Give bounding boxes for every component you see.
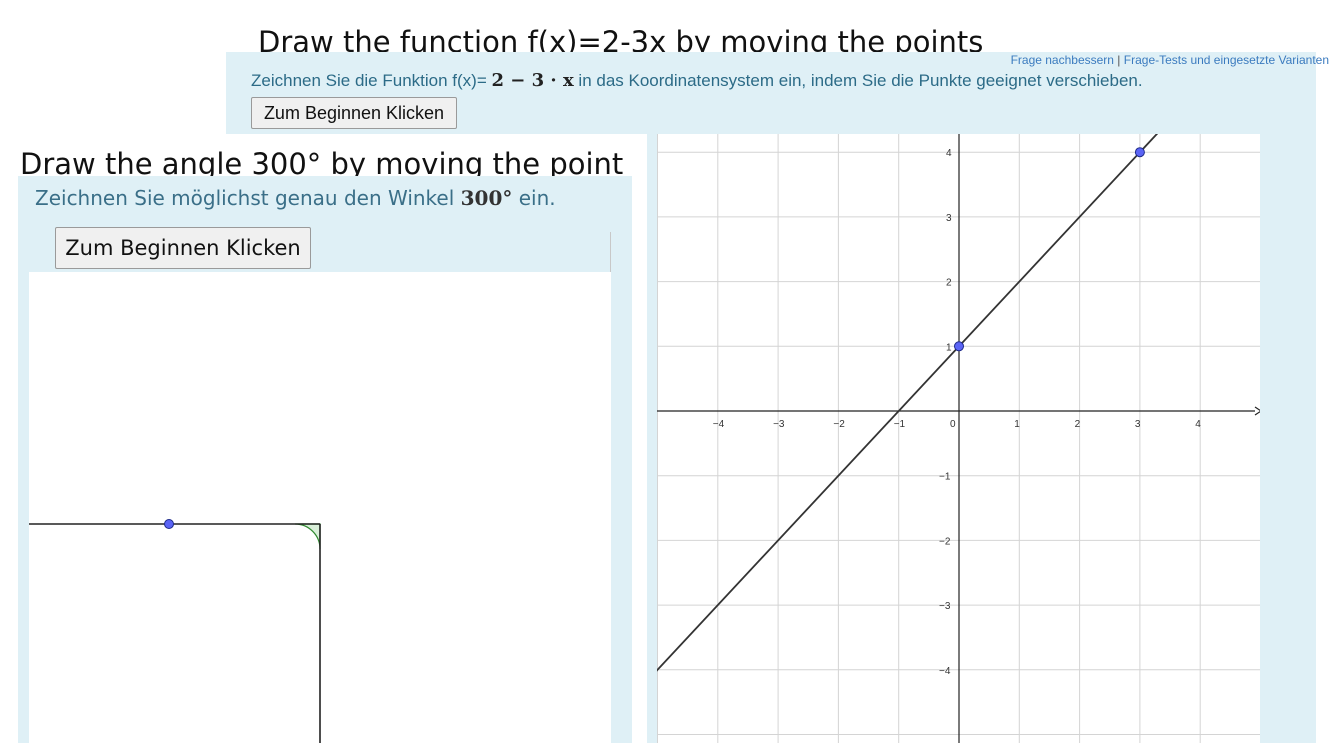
x-tick-label: −1 — [894, 419, 906, 430]
x-tick-label: 3 — [1135, 419, 1141, 430]
coordinate-grid: −4 −3 −2 −1 0 1 2 3 4 4 3 2 1 −1 −2 −3 −4 — [657, 134, 1260, 743]
angle-task-suffix: ein. — [512, 186, 556, 210]
question-links: Frage nachbessern | Frage-Tests und eing… — [1011, 53, 1329, 67]
y-tick-label: 3 — [946, 213, 952, 224]
angle-start-button[interactable]: Zum Beginnen Klicken — [55, 227, 311, 269]
draggable-point[interactable] — [954, 341, 964, 352]
function-task-text: Zeichnen Sie die Funktion f(x)= 2 − 3 · … — [251, 69, 1143, 93]
function-line-layer — [657, 134, 1159, 672]
x-tick-label: −4 — [713, 419, 725, 430]
function-line — [657, 134, 1159, 672]
x-tick-label: −3 — [773, 419, 785, 430]
y-tick-label: 4 — [946, 148, 952, 159]
draggable-point[interactable] — [1134, 147, 1145, 158]
angle-task-text: Zeichnen Sie möglichst genau den Winkel … — [35, 184, 556, 212]
tick-labels: −4 −3 −2 −1 0 1 2 3 4 4 3 2 1 −1 −2 −3 −4 — [713, 148, 1201, 677]
axes — [657, 134, 1260, 743]
angle-drawing — [29, 519, 321, 743]
x-tick-label: 0 — [950, 419, 956, 430]
y-tick-label: −4 — [939, 666, 951, 677]
y-tick-label: −1 — [939, 472, 951, 483]
angle-draggable-point[interactable] — [164, 519, 174, 529]
x-tick-label: −2 — [833, 419, 845, 430]
x-tick-label: 2 — [1075, 419, 1081, 430]
function-task-prefix: Zeichnen Sie die Funktion f(x)= — [251, 71, 492, 90]
angle-drawing-canvas[interactable] — [29, 272, 611, 743]
y-tick-label: −2 — [939, 536, 951, 547]
angle-arc-marker — [294, 523, 321, 550]
question-tests-link[interactable]: Frage-Tests und eingesetzte Varianten — [1124, 53, 1329, 67]
improve-question-link[interactable]: Frage nachbessern — [1011, 53, 1114, 67]
y-tick-label: 2 — [946, 278, 952, 289]
y-tick-label: −3 — [939, 601, 951, 612]
function-formula: 2 − 3 · x — [491, 70, 574, 91]
x-tick-label: 1 — [1014, 419, 1020, 430]
x-tick-label: 4 — [1195, 419, 1201, 430]
function-task-suffix: in das Koordinatensystem ein, indem Sie … — [573, 71, 1143, 90]
coordinate-system[interactable]: −4 −3 −2 −1 0 1 2 3 4 4 3 2 1 −1 −2 −3 −4 — [657, 134, 1260, 743]
angle-value: 300° — [460, 186, 513, 210]
link-separator: | — [1113, 53, 1124, 67]
y-tick-label: 1 — [946, 342, 952, 353]
angle-task-prefix: Zeichnen Sie möglichst genau den Winkel — [35, 186, 461, 210]
function-start-button[interactable]: Zum Beginnen Klicken — [251, 97, 457, 129]
x-axis-arrow — [1254, 406, 1260, 416]
